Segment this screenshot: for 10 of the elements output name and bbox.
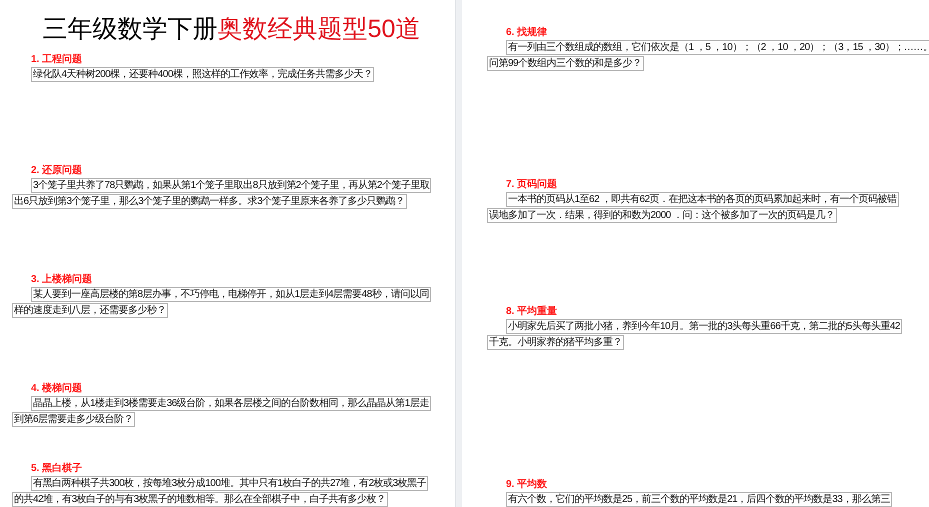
- question-heading: 8. 平均重量: [506, 305, 558, 319]
- question-heading: 7. 页码问题: [506, 178, 558, 192]
- question-heading: 3. 上楼梯问题: [31, 273, 92, 287]
- document-title: 三年级数学下册奥数经典题型50道: [42, 14, 422, 45]
- question-heading: 6. 找规律: [506, 26, 548, 40]
- question-heading: 1. 工程问题: [31, 53, 82, 67]
- question-heading: 2. 还原问题: [31, 164, 82, 178]
- question-heading: 9. 平均数: [506, 478, 548, 492]
- question-heading: 5. 黑白棋子: [31, 462, 82, 476]
- question-heading: 4. 楼梯问题: [31, 382, 82, 396]
